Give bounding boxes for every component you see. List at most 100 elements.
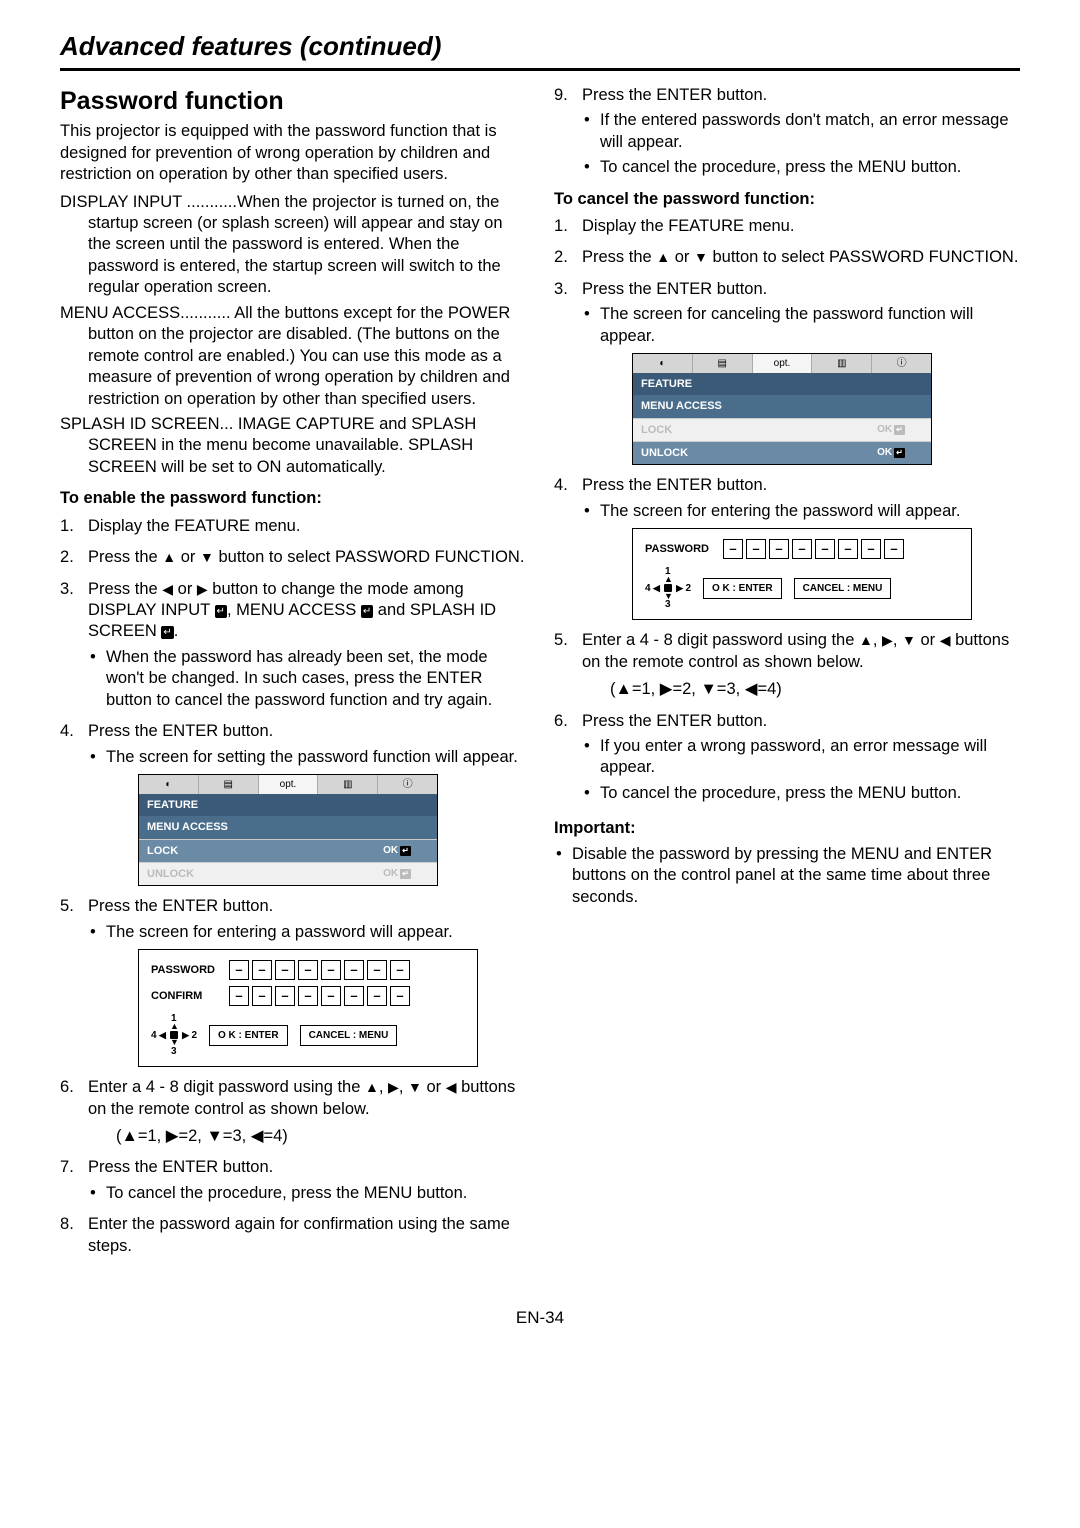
definition-splash-id: SPLASH ID SCREEN... IMAGE CAPTURE and SP… xyxy=(60,414,526,478)
enter-icon xyxy=(361,605,373,618)
step-9-note-a: If the entered passwords don't match, an… xyxy=(582,110,1020,153)
cstep-4-note: The screen for entering the password wil… xyxy=(582,501,1020,522)
menu-row-menuaccess: MENU ACCESS xyxy=(139,816,437,838)
menu-row-menuaccess: MENU ACCESS xyxy=(633,395,931,417)
step-6: Enter a 4 - 8 digit password using the ,… xyxy=(60,1077,526,1147)
enter-icon xyxy=(161,626,173,639)
pw-cancel-hint: CANCEL : MENU xyxy=(300,1025,398,1046)
keymap-line: (▲=1, ▶=2, ▼=3, ◀=4) xyxy=(116,1126,526,1147)
menu-tab-opt-icon: opt. xyxy=(259,775,319,794)
menu-row-ok: OK↵ xyxy=(851,442,931,464)
step-4-note: The screen for setting the password func… xyxy=(88,747,526,768)
page-footer: EN-34 xyxy=(60,1307,1020,1329)
down-arrow-icon xyxy=(200,548,214,566)
cstep-6-note-a: If you enter a wrong password, an error … xyxy=(582,736,1020,779)
pw-nav-diagram: 1 2 3 4 ▲▼◀▶ xyxy=(151,1012,197,1058)
down-arrow-icon xyxy=(408,1078,422,1096)
step-5: Press the ENTER button. The screen for e… xyxy=(60,896,526,1067)
menu-screenshot-unlock: ◐ ▤ opt. ▥ ⓘ FEATURE MENU ACCESS LOCKOK↵… xyxy=(632,353,932,465)
left-arrow-icon xyxy=(446,1078,457,1096)
cstep-2: Press the or button to select PASSWORD F… xyxy=(554,247,1020,268)
step-5-note: The screen for entering a password will … xyxy=(88,922,526,943)
cstep-5: Enter a 4 - 8 digit password using the ,… xyxy=(554,630,1020,700)
menu-row-lock: LOCK xyxy=(139,840,357,862)
pw-ok-hint: O K : ENTER xyxy=(703,578,782,599)
definition-term: DISPLAY INPUT ........... xyxy=(60,193,237,211)
up-arrow-icon xyxy=(162,548,176,566)
step-7: Press the ENTER button. To cancel the pr… xyxy=(60,1157,526,1204)
menu-tab-icon: ▤ xyxy=(199,775,259,794)
intro-paragraph: This projector is equipped with the pass… xyxy=(60,121,526,185)
menu-row-ok-dim: OK↵ xyxy=(851,419,931,441)
cstep-1: Display the FEATURE menu. xyxy=(554,216,1020,237)
down-arrow-icon xyxy=(902,631,916,649)
cstep-6-note-b: To cancel the procedure, press the MENU … xyxy=(582,783,1020,804)
pw-label-password: PASSWORD xyxy=(151,963,229,977)
step-4: Press the ENTER button. The screen for s… xyxy=(60,721,526,886)
menu-row-unlock: UNLOCK xyxy=(139,863,357,885)
menu-tab-icon: ◐ xyxy=(139,775,199,794)
menu-row-ok: OK↵ xyxy=(357,840,437,862)
cancel-steps: Display the FEATURE menu. Press the or b… xyxy=(554,216,1020,804)
step-3-note: When the password has already been set, … xyxy=(88,647,526,711)
menu-row-ok-dim: OK↵ xyxy=(357,863,437,885)
cancel-heading: To cancel the password function: xyxy=(554,189,1020,210)
cstep-3-note: The screen for canceling the password fu… xyxy=(582,304,1020,347)
menu-tab-icon: ▥ xyxy=(812,354,872,373)
up-arrow-icon xyxy=(365,1078,379,1096)
menu-tab-icon: ▥ xyxy=(318,775,378,794)
step-7-note: To cancel the procedure, press the MENU … xyxy=(88,1183,526,1204)
menu-tab-opt-icon: opt. xyxy=(753,354,813,373)
section-title: Password function xyxy=(60,85,526,118)
right-arrow-icon xyxy=(882,631,893,649)
right-arrow-icon xyxy=(197,580,208,598)
menu-tab-info-icon: ⓘ xyxy=(378,775,437,794)
left-column: Password function This projector is equi… xyxy=(60,85,526,1267)
right-column: 9.Press the ENTER button. If the entered… xyxy=(554,85,1020,1267)
two-column-layout: Password function This projector is equi… xyxy=(60,85,1020,1267)
definition-display-input: DISPLAY INPUT ...........When the projec… xyxy=(60,192,526,299)
left-arrow-icon xyxy=(940,631,951,649)
pw-cancel-hint: CANCEL : MENU xyxy=(794,578,892,599)
important-note: Disable the password by pressing the MEN… xyxy=(554,844,1020,908)
definition-term: MENU ACCESS........... xyxy=(60,304,234,322)
step-8: Enter the password again for confirmatio… xyxy=(60,1214,526,1257)
definition-term: SPLASH ID SCREEN... xyxy=(60,415,238,433)
enable-steps: Display the FEATURE menu. Press the or b… xyxy=(60,516,526,1258)
menu-tab-icon: ▤ xyxy=(693,354,753,373)
password-entry-screenshot-single: PASSWORD –––––––– 1 2 3 4 ▲▼◀▶ xyxy=(632,528,972,620)
pw-ok-hint: O K : ENTER xyxy=(209,1025,288,1046)
menu-tab-info-icon: ⓘ xyxy=(872,354,931,373)
menu-tab-icon: ◐ xyxy=(633,354,693,373)
definition-menu-access: MENU ACCESS........... All the buttons e… xyxy=(60,303,526,410)
menu-row-feature: FEATURE xyxy=(633,373,931,395)
page-header: Advanced features (continued) xyxy=(60,30,1020,71)
step-1: Display the FEATURE menu. xyxy=(60,516,526,537)
menu-screenshot-lock: ◐ ▤ opt. ▥ ⓘ FEATURE MENU ACCESS LOCKOK↵… xyxy=(138,774,438,886)
menu-row-feature: FEATURE xyxy=(139,794,437,816)
important-heading: Important: xyxy=(554,818,1020,839)
pw-digits-row: –––––––– xyxy=(229,960,410,980)
enable-heading: To enable the password function: xyxy=(60,488,526,509)
step-9-note-b: To cancel the procedure, press the MENU … xyxy=(582,157,1020,178)
menu-row-lock-dim: LOCK xyxy=(633,419,851,441)
left-arrow-icon xyxy=(162,580,173,598)
pw-label-password: PASSWORD xyxy=(645,542,723,556)
pw-nav-diagram: 1 2 3 4 ▲▼◀▶ xyxy=(645,565,691,611)
pw-label-confirm: CONFIRM xyxy=(151,989,229,1003)
step-9: 9.Press the ENTER button. If the entered… xyxy=(554,85,1020,179)
step-2: Press the or button to select PASSWORD F… xyxy=(60,547,526,568)
keymap-line: (▲=1, ▶=2, ▼=3, ◀=4) xyxy=(610,679,1020,700)
down-arrow-icon xyxy=(694,248,708,266)
cstep-3: Press the ENTER button. The screen for c… xyxy=(554,279,1020,466)
password-entry-screenshot: PASSWORD –––––––– CONFIRM –––––––– 1 xyxy=(138,949,478,1067)
step-3: Press the or button to change the mode a… xyxy=(60,579,526,712)
cstep-6: Press the ENTER button. If you enter a w… xyxy=(554,711,1020,805)
right-arrow-icon xyxy=(388,1078,399,1096)
cstep-4: Press the ENTER button. The screen for e… xyxy=(554,475,1020,620)
menu-row-unlock: UNLOCK xyxy=(633,442,851,464)
up-arrow-icon xyxy=(859,631,873,649)
pw-digits-row: –––––––– xyxy=(723,539,904,559)
enter-icon xyxy=(215,605,227,618)
enable-steps-continued: 9.Press the ENTER button. If the entered… xyxy=(554,85,1020,179)
